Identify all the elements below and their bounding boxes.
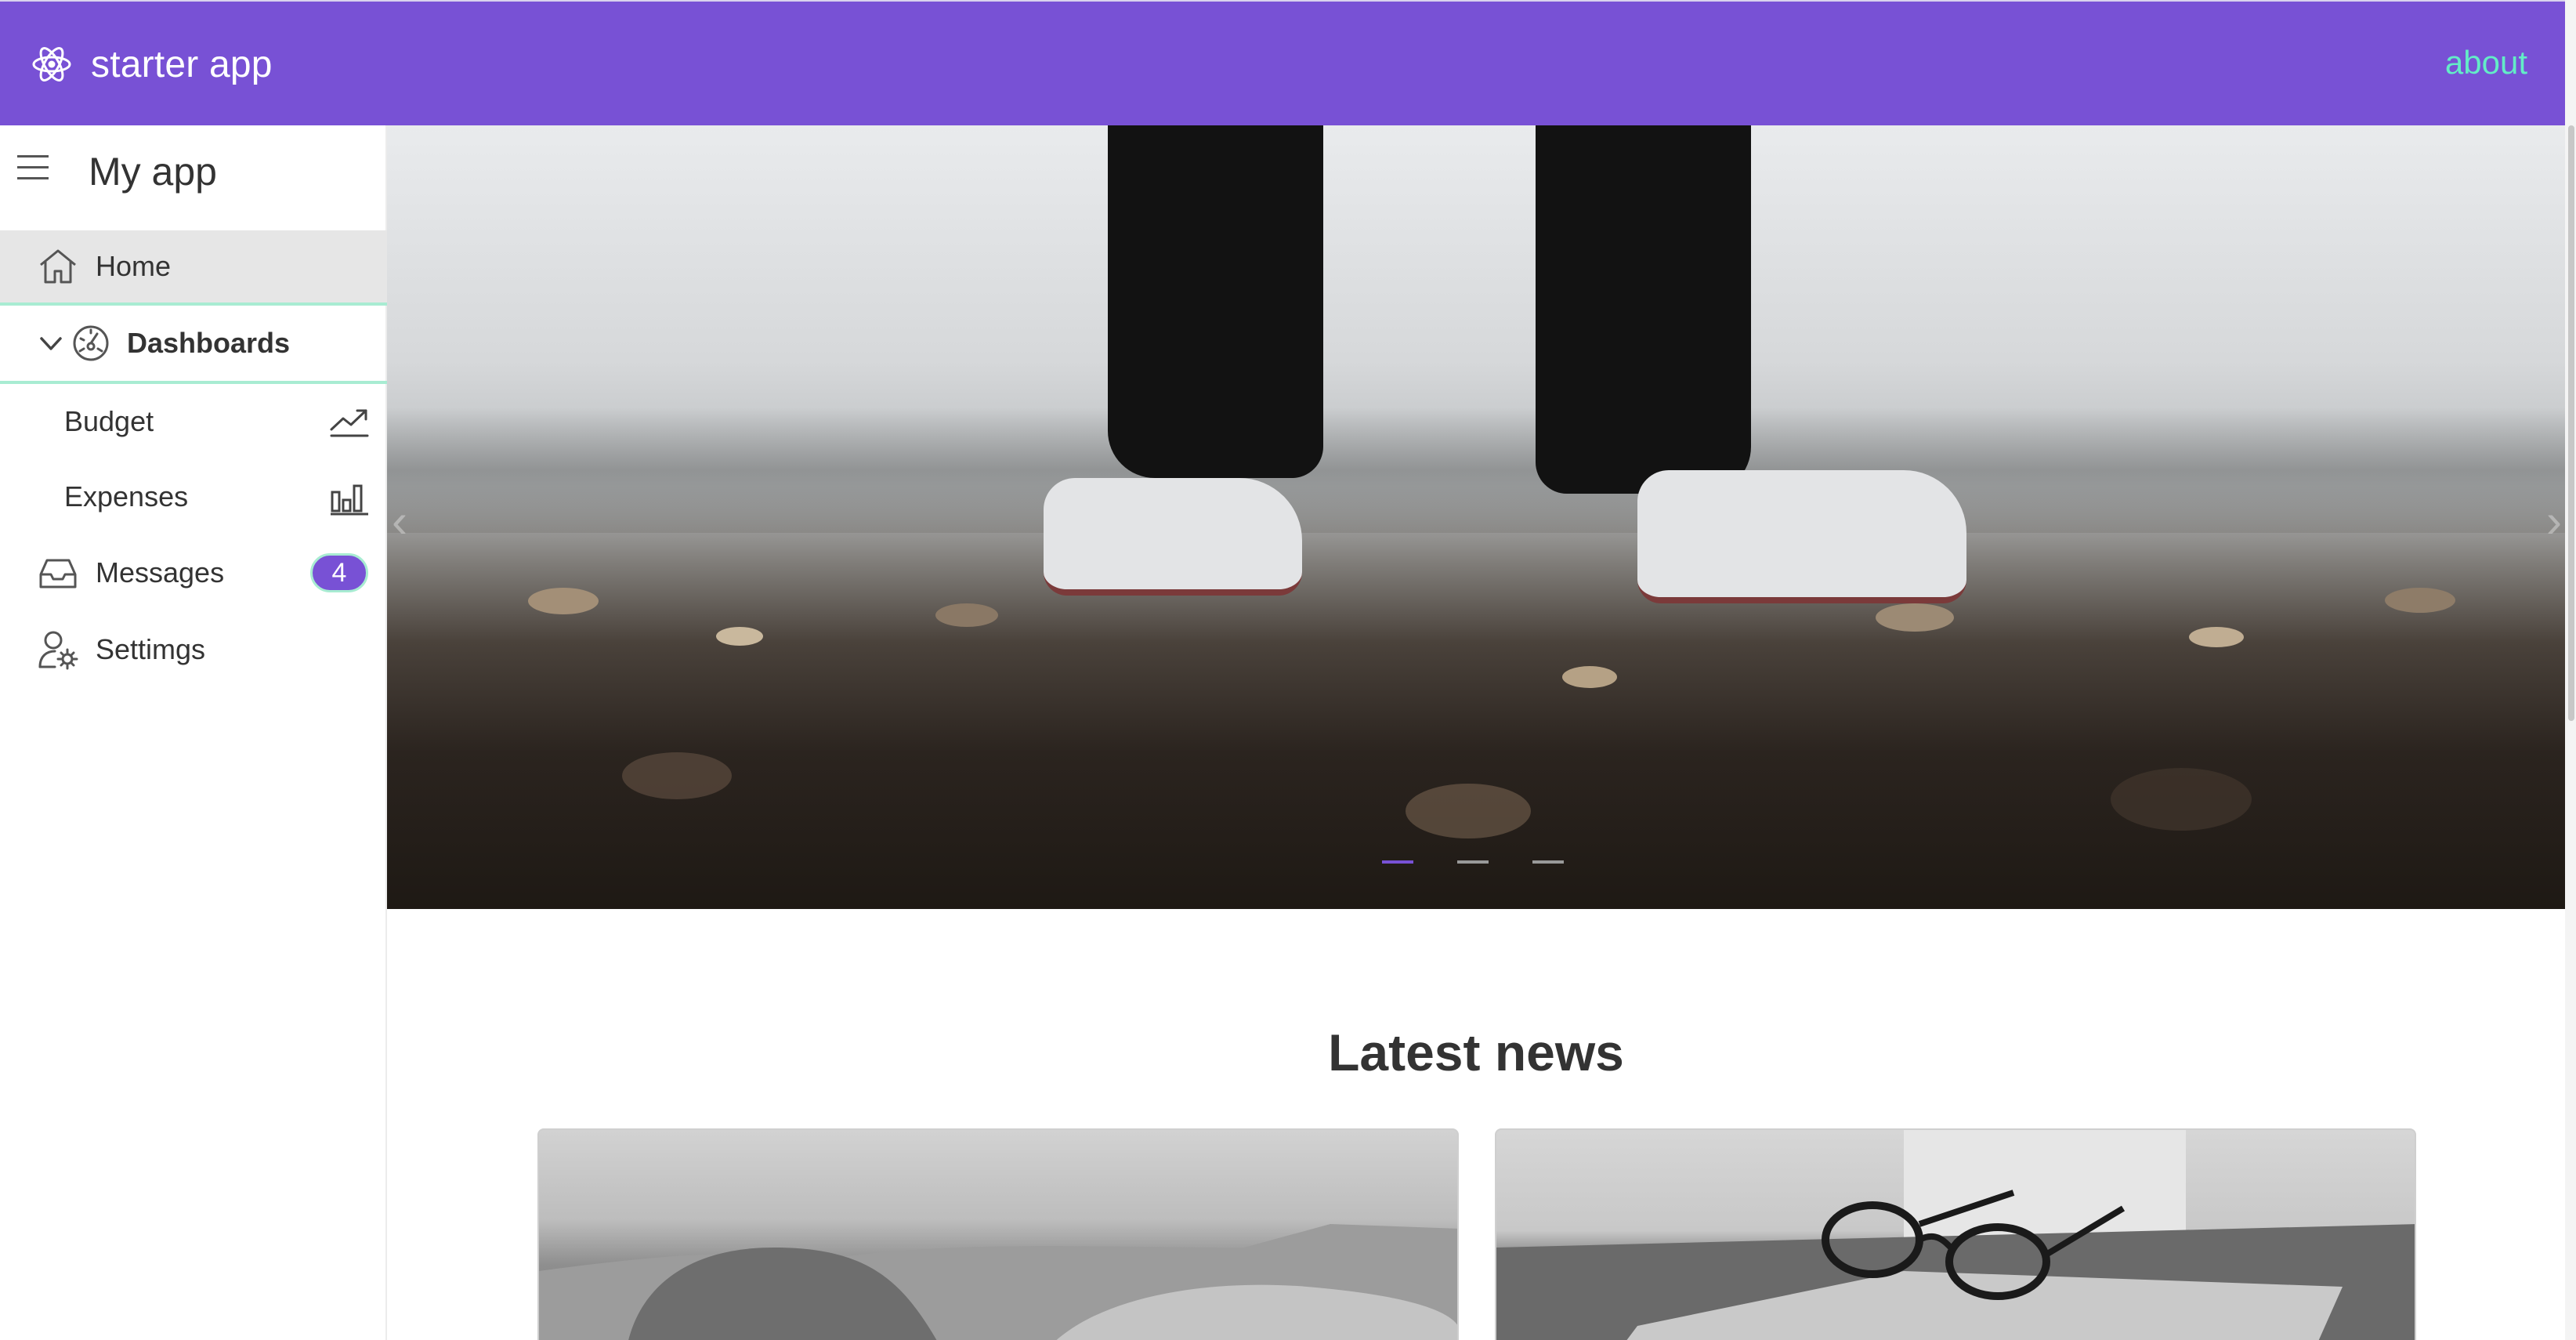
pebble (528, 588, 599, 614)
right-leg (1536, 125, 1751, 494)
carousel-indicator-1[interactable] (1382, 860, 1413, 864)
pebble (2385, 588, 2455, 613)
app-header: starter app about (0, 0, 2565, 125)
chevron-right-icon[interactable]: › (2546, 494, 2562, 548)
sidebar-item-label: Dashboards (127, 327, 291, 359)
inbox-icon (39, 559, 77, 589)
brand[interactable]: starter app (31, 41, 273, 88)
react-atom-icon (32, 47, 71, 81)
highland-cattle-photo (539, 1224, 1457, 1340)
news-card[interactable] (1495, 1128, 2416, 1340)
glasses-on-laptop-photo (1496, 1130, 2415, 1340)
scrollbar-thumb[interactable] (2568, 125, 2574, 721)
about-link[interactable]: about (2445, 44, 2527, 81)
trending-up-icon (330, 409, 369, 437)
pebble (1562, 666, 1617, 688)
latest-news-heading: Latest news (1328, 1023, 1624, 1081)
sidebar-item-messages[interactable]: Messages 4 (0, 534, 387, 611)
messages-count-badge: 4 (310, 553, 368, 592)
sidebar-item-dashboards[interactable]: Dashboards (0, 306, 387, 384)
sidebar-item-label: Messages (96, 556, 225, 589)
news-card[interactable] (537, 1128, 1459, 1340)
chevron-left-icon[interactable]: ‹ (392, 494, 407, 548)
pebble (2189, 627, 2244, 647)
sidebar-title: My app (89, 150, 217, 194)
pebble (1406, 784, 1531, 838)
carousel-indicator-2[interactable] (1457, 860, 1489, 864)
pebble (2111, 768, 2252, 831)
carousel-indicators (1382, 860, 1608, 864)
sidebar-item-home[interactable]: Home (0, 230, 387, 306)
left-leg (1108, 125, 1323, 478)
left-shoe (1044, 478, 1302, 596)
sidebar-header: My app (0, 125, 385, 230)
sidebar-item-label: Settimgs (96, 633, 206, 665)
hero-carousel[interactable]: ‹ › (387, 125, 2565, 909)
hero-fog (387, 407, 2565, 533)
sidebar-item-budget[interactable]: Budget (0, 384, 387, 459)
home-icon (40, 249, 76, 284)
page-scrollbar[interactable] (2565, 0, 2576, 1340)
sidebar: My app Home Dashboards Budget Expenses M… (0, 125, 387, 1340)
app-title: starter app (91, 43, 273, 85)
right-shoe (1637, 470, 1966, 603)
sidebar-item-label: Budget (64, 405, 154, 437)
user-settings-icon (38, 631, 78, 670)
hamburger-menu-icon[interactable] (17, 152, 49, 183)
sidebar-item-settings[interactable]: Settimgs (0, 611, 387, 688)
pebble (622, 752, 732, 799)
bar-chart-icon (331, 484, 368, 516)
sidebar-item-label: Home (96, 250, 172, 282)
pebble (1876, 603, 1954, 632)
carousel-indicator-3[interactable] (1532, 860, 1564, 864)
chevron-down-icon[interactable] (38, 330, 64, 357)
sidebar-item-expenses[interactable]: Expenses (0, 459, 387, 534)
sidebar-item-label: Expenses (64, 480, 189, 512)
dashboard-gauge-icon (73, 325, 109, 361)
pebble (935, 603, 998, 627)
pebble (716, 627, 763, 646)
